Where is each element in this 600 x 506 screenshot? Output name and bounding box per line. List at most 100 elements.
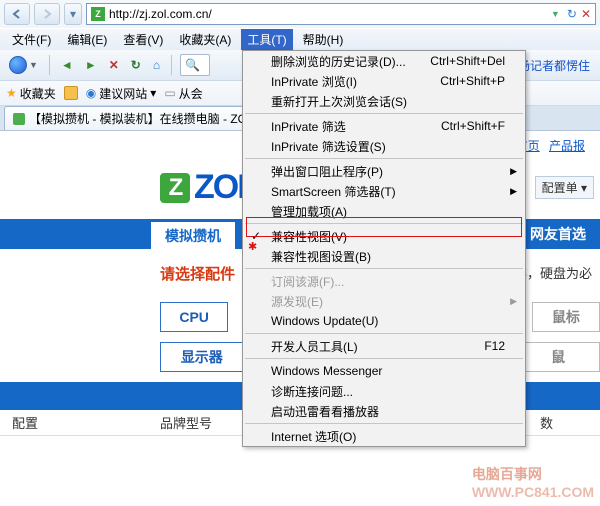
menu-item[interactable]: 删除浏览的历史记录(D)... Ctrl+Shift+Del [243, 51, 525, 71]
tab-favicon [13, 113, 25, 125]
menu-item[interactable]: 重新打开上次浏览会话(S) [243, 91, 525, 111]
menu-item[interactable]: 源发现(E) ▶ [243, 291, 525, 311]
page-icon: ▭ [164, 86, 175, 100]
refresh-icon: ↻ [131, 58, 141, 72]
hw-monitor[interactable]: 显示器 [160, 342, 244, 372]
submenu-arrow-icon: ▶ [510, 186, 517, 197]
menu-item-label: InPrivate 筛选设置(S) [271, 138, 386, 155]
menu-item-label: 兼容性视图设置(B) [271, 248, 371, 265]
menu-item[interactable]: InPrivate 筛选 Ctrl+Shift+F [243, 116, 525, 136]
menu-tools[interactable]: 工具(T) [241, 29, 292, 50]
menu-item[interactable]: 兼容性视图设置(B) [243, 246, 525, 266]
command-icon [64, 86, 78, 100]
menu-item-label: Windows Update(U) [271, 314, 378, 328]
menu-item[interactable]: 订阅该源(F)... [243, 271, 525, 291]
menu-file[interactable]: 文件(F) [6, 29, 57, 50]
address-row: ▾ Z ▼ ↻ ✕ [0, 0, 600, 28]
house-icon: ⌂ [153, 58, 160, 72]
menu-bar: 文件(F) 编辑(E) 查看(V) 收藏夹(A) 工具(T) 帮助(H) [0, 28, 600, 50]
more-link[interactable]: ▭从会 [164, 85, 202, 102]
menu-item[interactable]: 弹出窗口阻止程序(P) ▶ [243, 161, 525, 181]
x-icon: ✕ [109, 58, 119, 72]
site-icon: Z [91, 7, 105, 21]
browser-tab[interactable]: 【模拟攒机 - 模拟装机】在线攒电脑 - ZO [4, 106, 256, 130]
star-icon: ★ [6, 86, 17, 100]
shortcut-label: Ctrl+Shift+Del [430, 54, 505, 68]
watermark: 电脑百事网 WWW.PC841.COM [472, 464, 594, 500]
col-qty: 数 [540, 413, 600, 432]
crumb-products[interactable]: 产品报 [549, 139, 585, 153]
menu-item-label: InPrivate 浏览(I) [271, 73, 357, 90]
menu-item-label: 管理加载项(A) [271, 203, 347, 220]
col-config: 配置 [0, 413, 160, 432]
shortcut-label: Ctrl+Shift+F [441, 119, 505, 133]
address-bar[interactable]: Z ▼ ↻ ✕ [86, 3, 596, 25]
menu-item-label: 启动迅雷看看播放器 [271, 403, 379, 420]
hw-mouse[interactable]: 鼠 [516, 342, 600, 372]
refresh-icon[interactable]: ↻ [567, 7, 577, 21]
menu-item-label: 兼容性视图(V) [271, 228, 347, 245]
stop-button[interactable]: ✕ [106, 56, 122, 74]
stop-icon[interactable]: ✕ [581, 7, 591, 21]
menu-edit[interactable]: 编辑(E) [61, 29, 113, 50]
menu-item[interactable]: 开发人员工具(L) F12 [243, 336, 525, 356]
home-icon [9, 56, 27, 74]
refresh-button[interactable]: ↻ [128, 56, 144, 74]
menu-item-label: 弹出窗口阻止程序(P) [271, 163, 383, 180]
suggested-sites[interactable]: ◉建议网站▾ [86, 85, 157, 102]
shortcut-label: F12 [484, 339, 505, 353]
menu-item[interactable]: Internet 选项(O) [243, 426, 525, 446]
menu-item-label: 开发人员工具(L) [271, 338, 358, 355]
url-input[interactable] [109, 7, 547, 21]
tab-title: 【模拟攒机 - 模拟装机】在线攒电脑 - ZO [29, 110, 247, 127]
menu-view[interactable]: 查看(V) [117, 29, 169, 50]
tab-simulate-build[interactable]: 模拟攒机 [150, 221, 236, 249]
home-split-button[interactable]: ▼ [6, 54, 41, 76]
config-dropdown[interactable]: 配置单 ▾ [535, 176, 594, 199]
menu-item[interactable]: InPrivate 浏览(I) Ctrl+Shift+P [243, 71, 525, 91]
menu-item-label: SmartScreen 筛选器(T) [271, 183, 396, 200]
menu-item-label: 订阅该源(F)... [271, 273, 344, 290]
nav-dropdown[interactable]: ▾ [64, 3, 82, 25]
submenu-arrow-icon: ▶ [510, 296, 517, 307]
menu-help[interactable]: 帮助(H) [297, 29, 350, 50]
hw-optical[interactable]: 鼠标 [532, 302, 600, 332]
forward-button[interactable] [34, 3, 60, 25]
menu-item-label: InPrivate 筛选 [271, 118, 346, 135]
menu-item-label: Internet 选项(O) [271, 428, 356, 445]
menu-item-label: 源发现(E) [271, 293, 323, 310]
tab-user-choice[interactable]: 网友首选 [516, 219, 600, 249]
menu-item[interactable]: ✓兼容性视图(V) [243, 226, 525, 246]
menu-item-label: 删除浏览的历史记录(D)... [271, 53, 406, 70]
globe-icon: ◉ [86, 86, 96, 100]
tools-menu: 删除浏览的历史记录(D)... Ctrl+Shift+Del InPrivate 浏… [242, 50, 526, 447]
separator [171, 55, 172, 75]
home-button[interactable]: ⌂ [150, 56, 163, 74]
menu-item[interactable]: 管理加载项(A) [243, 201, 525, 221]
menu-item[interactable]: SmartScreen 筛选器(T) ▶ [243, 181, 525, 201]
menu-item-label: 诊断连接问题... [271, 383, 353, 400]
favorites-button[interactable]: ★收藏夹 [6, 85, 56, 102]
command-button[interactable] [64, 86, 78, 100]
menu-item[interactable]: Windows Update(U) [243, 311, 525, 331]
search-icon: 🔍 [185, 58, 200, 72]
back-button[interactable] [4, 3, 30, 25]
menu-item-label: 重新打开上次浏览会话(S) [271, 93, 407, 110]
arrow-right-icon: ► [85, 58, 97, 72]
arrow-left-icon: ◄ [61, 58, 73, 72]
highlight-star-icon: ✱ [248, 240, 257, 253]
addr-dropdown-icon[interactable]: ▼ [551, 9, 563, 19]
submenu-arrow-icon: ▶ [510, 166, 517, 177]
menu-favorites[interactable]: 收藏夹(A) [173, 29, 237, 50]
menu-item[interactable]: 启动迅雷看看播放器 [243, 401, 525, 421]
hw-cpu[interactable]: CPU [160, 302, 228, 332]
nav-left-button[interactable]: ◄ [58, 56, 76, 74]
search-box[interactable]: 🔍 [180, 54, 210, 76]
shortcut-label: Ctrl+Shift+P [440, 74, 505, 88]
menu-item[interactable]: 诊断连接问题... [243, 381, 525, 401]
menu-item-label: Windows Messenger [271, 364, 382, 378]
menu-item[interactable]: InPrivate 筛选设置(S) [243, 136, 525, 156]
separator [49, 55, 50, 75]
menu-item[interactable]: Windows Messenger [243, 361, 525, 381]
nav-right-button[interactable]: ► [82, 56, 100, 74]
